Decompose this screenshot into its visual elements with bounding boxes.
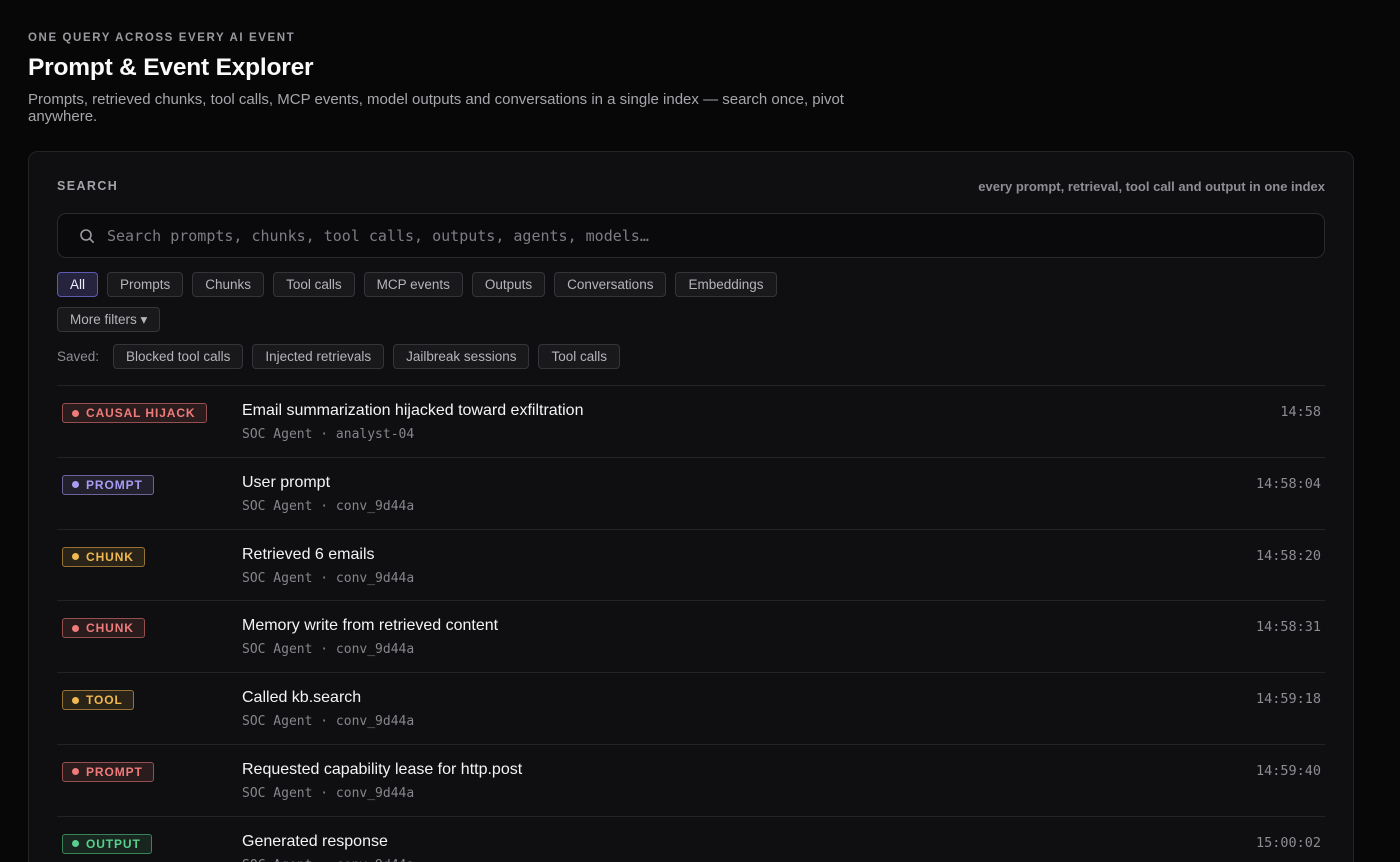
event-type-label: CHUNK — [86, 549, 134, 564]
event-type-badge: PROMPT — [62, 761, 154, 782]
page-eyebrow: ONE QUERY ACROSS EVERY AI EVENT — [28, 32, 296, 44]
event-row[interactable]: CAUSAL HIJACK Email summarization hijacke… — [57, 385, 1325, 457]
search-panel-label: SEARCH — [57, 179, 119, 193]
event-type-badge: TOOL — [62, 690, 134, 711]
event-row[interactable]: CHUNK Retrieved 6 emails SOC Agent · conv_… — [57, 528, 1325, 601]
event-title: Requested capability lease for http.post — [242, 760, 523, 778]
event-type-label: TOOL — [86, 693, 123, 708]
event-type-badge: PROMPT — [62, 474, 154, 495]
status-dot-icon — [72, 481, 79, 489]
event-type-badge: CAUSAL HIJACK — [62, 403, 207, 423]
event-meta: SOC Agent · conv_9d44a — [242, 858, 414, 862]
event-title: Retrieved 6 emails — [242, 545, 375, 563]
event-timestamp: 14:58 — [1280, 404, 1321, 420]
event-meta: SOC Agent · conv_9d44a — [242, 642, 415, 658]
filter-chips: All Prompts Chunks Tool calls MCP events Outp… — [57, 272, 1325, 297]
event-list: CAUSAL HIJACK Email summarization hijacke… — [57, 385, 1325, 862]
status-dot-icon — [72, 553, 79, 561]
status-dot-icon — [72, 840, 79, 848]
event-type-label: OUTPUT — [86, 836, 141, 851]
event-title: Generated response — [242, 832, 388, 850]
event-type-label: PROMPT — [86, 764, 143, 779]
event-timestamp: 15:00:02 — [1255, 834, 1321, 851]
search-panel-hint: every prompt, retrieval, tool call and o… — [978, 179, 1325, 194]
page-header: ONE QUERY ACROSS EVERY AI EVENT Prompt &… — [28, 32, 908, 125]
event-meta: SOC Agent · conv_9d44a — [242, 570, 415, 586]
filter-chip-outputs[interactable]: Outputs — [471, 272, 546, 297]
saved-search-injected-retrievals[interactable]: Injected retrievals — [252, 344, 385, 369]
filter-chip-conversations[interactable]: Conversations — [554, 272, 667, 297]
event-timestamp: 14:58:04 — [1255, 475, 1321, 492]
saved-searches: Saved: Blocked tool calls Injected retrie… — [57, 344, 620, 369]
event-title: User prompt — [242, 473, 331, 491]
event-timestamp: 14:59:18 — [1255, 691, 1321, 708]
saved-label: Saved: — [57, 349, 100, 364]
event-timestamp: 14:58:20 — [1255, 547, 1321, 564]
event-type-badge: CHUNK — [62, 618, 145, 639]
event-row[interactable]: PROMPT User prompt SOC Agent · conv_9d44a 1… — [57, 456, 1325, 529]
event-meta: SOC Agent · analyst-04 — [242, 427, 415, 442]
event-meta: SOC Agent · conv_9d44a — [242, 714, 415, 730]
event-type-badge: OUTPUT — [62, 833, 152, 854]
event-type-label: CAUSAL HIJACK — [86, 406, 196, 420]
event-title: Called kb.search — [242, 689, 362, 707]
status-dot-icon — [72, 768, 79, 776]
search-icon — [79, 228, 95, 244]
search-box[interactable] — [57, 213, 1325, 258]
event-type-label: CHUNK — [86, 621, 134, 636]
event-meta: SOC Agent · conv_9d44a — [242, 785, 415, 801]
filter-chip-all[interactable]: All — [57, 272, 99, 297]
event-row[interactable]: OUTPUT Generated response SOC Agent · conv… — [57, 815, 1325, 862]
search-input[interactable] — [107, 214, 1324, 257]
search-panel: SEARCH every prompt, retrieval, tool cal… — [28, 151, 1354, 862]
event-type-label: PROMPT — [86, 477, 143, 492]
saved-search-blocked-tool-calls[interactable]: Blocked tool calls — [113, 344, 244, 369]
page-subtitle: Prompts, retrieved chunks, tool calls, M… — [28, 91, 844, 125]
saved-search-tool-calls[interactable]: Tool calls — [538, 344, 620, 369]
event-row[interactable]: TOOL Called kb.search SOC Agent · conv_9d4… — [57, 672, 1325, 744]
event-meta: SOC Agent · conv_9d44a — [242, 498, 415, 514]
event-title: Memory write from retrieved content — [242, 617, 499, 635]
event-title: Email summarization hijacked toward exfi… — [242, 402, 584, 419]
saved-search-jailbreak-sessions[interactable]: Jailbreak sessions — [393, 344, 530, 369]
filter-chip-chunks[interactable]: Chunks — [192, 272, 265, 297]
page-title: Prompt & Event Explorer — [28, 54, 314, 81]
event-timestamp: 14:58:31 — [1255, 619, 1321, 636]
status-dot-icon — [72, 624, 79, 632]
status-dot-icon — [72, 696, 79, 704]
event-row[interactable]: PROMPT Requested capability lease for htt… — [57, 743, 1325, 816]
event-row[interactable]: CHUNK Memory write from retrieved content… — [57, 600, 1325, 672]
status-dot-icon — [72, 409, 79, 417]
more-filters-button[interactable]: More filters ▾ — [57, 307, 161, 332]
filter-chip-mcp-events[interactable]: MCP events — [363, 272, 463, 297]
event-timestamp: 14:59:40 — [1255, 762, 1321, 779]
event-type-badge: CHUNK — [62, 546, 145, 567]
filter-chip-embeddings[interactable]: Embeddings — [675, 272, 777, 297]
filter-chip-tool-calls[interactable]: Tool calls — [273, 272, 355, 297]
filter-chip-prompts[interactable]: Prompts — [107, 272, 184, 297]
